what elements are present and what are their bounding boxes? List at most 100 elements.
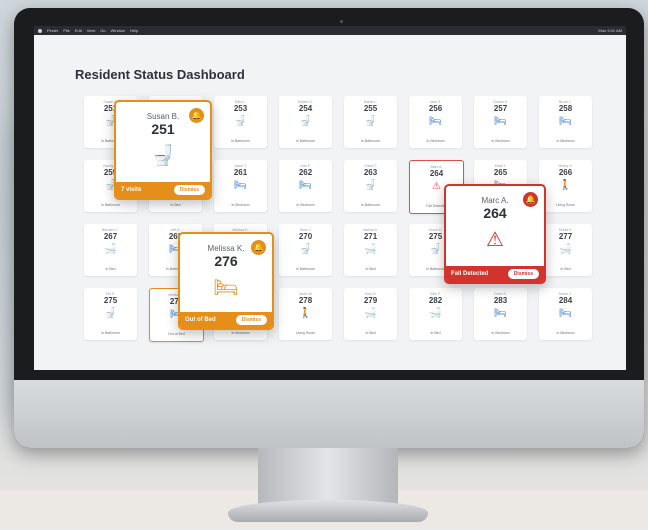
resident-status: In Bathroom [295,267,316,271]
resident-tile[interactable]: Shelia K. 277 🛁 In Bed [539,224,592,276]
fall-icon: ⚠ [486,229,504,251]
resident-status: In Bed [430,331,441,335]
resident-tile[interactable]: Jack S. 256 🛏 In Bedroom [409,96,462,148]
room-number: 263 [363,168,378,177]
room-number: 277 [558,232,573,241]
resident-tile[interactable]: Charlie K. 257 🛏 In Bedroom [474,96,527,148]
monitor-stand-base [228,500,428,522]
room-number: 283 [493,296,508,305]
menu-item[interactable]: Go [100,28,105,33]
toilet-icon: 🚽 [364,116,377,127]
bell-icon[interactable]: 🔔 [251,240,266,255]
popup-susan[interactable]: 🔔 Susan B. 251 🚽 7 visits Dismiss [114,100,212,200]
walk-icon: 🚶 [559,180,572,191]
resident-status: In Bathroom [360,203,381,207]
resident-tile[interactable]: Dan F. 262 🛏 In Bedroom [279,160,332,212]
menu-item[interactable]: View [87,28,96,33]
popup-room-number: 264 [483,205,507,221]
popup-marc[interactable]: 🔔 Marc A. 264 ⚠ Fall Detected Dismiss [444,184,546,284]
resident-tile[interactable]: Ellie P. 282 🛁 In Bed [409,288,462,340]
screen: Finder File Edit View Go Window Help Mon… [34,26,626,370]
toilet-icon: 🚽 [150,145,176,167]
menu-bar: Finder File Edit View Go Window Help Mon… [34,26,626,35]
dismiss-button[interactable]: Dismiss [507,269,539,279]
resident-status: In Bedroom [556,331,575,335]
resident-status: In Bed [105,267,116,271]
resident-status: In Bed [365,331,376,335]
resident-status: In Bedroom [491,139,510,143]
menu-item[interactable]: Edit [75,28,82,33]
resident-tile[interactable]: Ted E. 275 🚽 In Bathroom [84,288,137,340]
popup-footer: Fall Detected Dismiss [446,266,544,282]
menubar-clock[interactable]: Mon 9:41 AM [598,28,622,33]
apple-icon[interactable] [38,28,42,33]
room-number: 264 [429,169,444,178]
toilet-icon: 🚽 [104,308,117,319]
resident-status: In Bedroom [296,203,315,207]
popup-footer: Out of Bed Dismiss [180,312,272,328]
resident-status: In Bathroom [425,267,446,271]
resident-status: In Bathroom [295,139,316,143]
fall-icon: ⚠ [432,181,441,192]
menu-item[interactable]: Finder [47,28,58,33]
room-number: 271 [363,232,378,241]
bed-icon: 🛏 [429,116,442,127]
resident-tile[interactable]: Chloe F. 263 🚽 In Bathroom [344,160,397,212]
resident-status: In Bed [560,267,571,271]
resident-tile[interactable]: Martin L. 255 🚽 In Bathroom [344,96,397,148]
bath-icon: 🛁 [364,308,377,319]
room-number: 275 [428,232,443,241]
toilet-icon: 🚽 [429,244,442,255]
menu-item[interactable]: File [63,28,69,33]
bed-icon: 🛏 [559,308,572,319]
popup-status: Out of Bed [185,317,216,323]
bell-icon[interactable]: 🔔 [523,192,538,207]
resident-tile[interactable]: Sam H. 279 🛁 In Bed [344,288,397,340]
room-number: 258 [558,104,573,113]
resident-tile[interactable]: Rose J. 270 🚽 In Bathroom [279,224,332,276]
room-number: 284 [558,296,573,305]
resident-status: In Bathroom [100,203,121,207]
room-number: 262 [298,168,313,177]
bath-icon: 🛁 [364,244,377,255]
resident-tile[interactable]: Jason T. 261 🛏 In Bedroom [214,160,267,212]
resident-tile[interactable]: Bruce L. 258 🛏 In Bedroom [539,96,592,148]
resident-tile[interactable]: Derek C. 284 🛏 In Bedroom [539,288,592,340]
popup-melissa[interactable]: 🔔 Melissa K. 276 🛏 Out of Bed Dismiss [178,232,274,330]
resident-tile[interactable]: Jared W. 278 🚶 Living Room [279,288,332,340]
toilet-icon: 🚽 [299,116,312,127]
popup-room-number: 251 [151,121,175,137]
bed-icon: 🛏 [494,116,507,127]
resident-tile[interactable]: Dean S. 283 🛏 In Bedroom [474,288,527,340]
room-number: 255 [363,104,378,113]
bed-icon: 🛏 [494,308,507,319]
bath-icon: 🛁 [559,244,572,255]
resident-tile[interactable]: Joshua K. 271 🛁 In Bed [344,224,397,276]
resident-tile[interactable]: Robert D. 254 🚽 In Bathroom [279,96,332,148]
bell-icon[interactable]: 🔔 [189,108,204,123]
resident-status: In Bedroom [426,139,445,143]
room-number: 267 [103,232,118,241]
room-number: 275 [103,296,118,305]
menu-item[interactable]: Help [130,28,138,33]
resident-tile[interactable]: Bernard C. 267 🛁 In Bed [84,224,137,276]
resident-tile[interactable]: Mike L. 253 🚽 In Bathroom [214,96,267,148]
room-number: 265 [493,168,508,177]
resident-tile[interactable]: Jimmy G. 266 🚶 Living Room [539,160,592,212]
room-number: 278 [298,296,313,305]
resident-status: In Bathroom [230,139,251,143]
bath-icon: 🛁 [104,244,117,255]
menu-item[interactable]: Window [111,28,125,33]
monitor-stand [258,448,398,508]
walk-icon: 🚶 [299,308,312,319]
room-number: 282 [428,296,443,305]
resident-status: Living Room [555,203,576,207]
dismiss-button[interactable]: Dismiss [173,185,205,195]
bed-icon: 🛏 [299,180,312,191]
bed-icon: 🛏 [559,116,572,127]
dismiss-button[interactable]: Dismiss [235,315,267,325]
popup-footer: 7 visits Dismiss [116,182,210,198]
monitor-chin [14,380,644,448]
toilet-icon: 🚽 [234,116,247,127]
resident-status: In Bedroom [231,331,250,335]
